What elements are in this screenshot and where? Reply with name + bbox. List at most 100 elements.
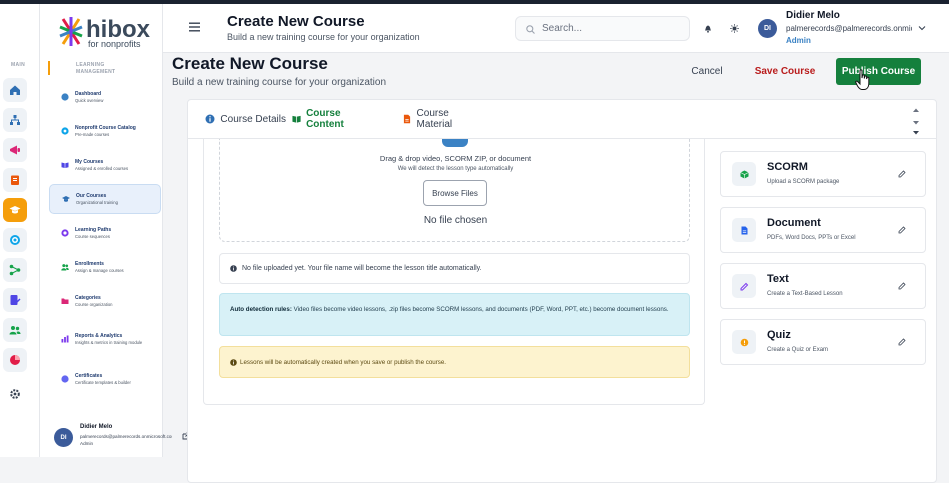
rail-workflow-button[interactable] [3,258,27,282]
save-course-button[interactable]: Save Course [753,64,817,78]
menu-item-learning-paths[interactable]: Learning Paths Course sequences [49,218,161,248]
browse-files-button[interactable]: Browse Files [423,180,487,206]
route-icon [61,229,69,237]
chart-icon [61,335,69,343]
menu-section-marker [48,61,50,75]
graduation-cap-icon [62,195,70,203]
target-icon [10,235,20,245]
search-placeholder: Search... [542,23,583,34]
tab-course-material[interactable]: Course Material [402,108,484,130]
menu-item-catalog[interactable]: Nonprofit Course Catalog Pre-made courses [49,116,161,146]
book-icon [292,115,301,123]
hamburger-menu-icon[interactable] [189,22,200,32]
info-icon [205,114,215,124]
clipboard-icon [11,175,19,185]
book-open-icon [61,161,69,169]
lightbulb-icon [740,338,748,346]
publish-course-button[interactable]: Publish Course [836,58,921,85]
rail-settings-button[interactable] [3,382,27,406]
tab-course-details[interactable]: Course Details [188,112,286,126]
avatar: DI [54,428,73,447]
workflow-icon [9,264,21,276]
sun-icon[interactable] [730,24,739,33]
edit-icon[interactable] [898,170,906,178]
catalog-icon [61,127,69,135]
menu-section-title: LEARNING MANAGEMENT [76,62,116,75]
lesson-type-document[interactable]: Document PDFs, Word Docs, PPTs or Excel [720,207,926,253]
info-icon [230,358,237,366]
tab-course-content[interactable]: Course Content [292,108,374,130]
icon-rail: MAIN [0,4,40,457]
pencil-icon [740,282,748,290]
edit-icon[interactable] [898,338,906,346]
edit-icon[interactable] [898,282,906,290]
tab-bar: Course Details Course Content Course Mat… [188,100,936,139]
pie-chart-icon [10,355,20,365]
rail-forms-button[interactable] [3,288,27,312]
rail-org-button[interactable] [3,108,27,132]
course-editor-card: Course Details Course Content Course Mat… [187,99,937,483]
dashboard-icon [61,93,69,101]
menu-item-my-courses[interactable]: My Courses Assigned & enrolled courses [49,150,161,180]
header-user-role: Admin [786,36,811,45]
document-icon [741,226,747,234]
lesson-type-text[interactable]: Text Create a Text-Based Lesson [720,263,926,309]
user-role: Admin [80,441,94,446]
auto-create-notice: Lessons will be automatically created wh… [219,346,690,378]
menu-item-dashboard[interactable]: Dashboard Quick overview [49,82,161,112]
gear-icon [10,389,20,399]
drop-zone-title: Drag & drop video, SCORM ZIP, or documen… [379,154,532,163]
users-icon [9,326,21,335]
lesson-type-scorm[interactable]: SCORM Upload a SCORM package [720,151,926,197]
sitemap-icon [10,115,20,125]
lesson-type-quiz[interactable]: Quiz Create a Quiz or Exam [720,319,926,365]
package-icon [739,170,749,178]
rail-documents-button[interactable] [3,168,27,192]
form-icon [10,295,21,305]
certificate-icon [61,375,69,383]
drop-zone-subtitle: We will detect the lesson type automatic… [397,166,514,172]
header-subtitle: Build a new training course for your org… [227,32,420,42]
menu-item-enrollments[interactable]: Enrollments Assign & manage courses [49,252,161,282]
chevron-down-icon[interactable] [918,25,926,31]
rail-donations-button[interactable] [3,348,27,372]
content-panel: Drag & drop video, SCORM ZIP, or documen… [203,139,705,405]
page-subtitle: Build a new training course for your org… [172,77,387,88]
bell-icon[interactable] [704,24,712,33]
search-icon [526,25,535,34]
rail-home-button[interactable] [3,78,27,102]
sidebar-menu: hibox for nonprofits LEARNING MANAGEMENT… [40,4,190,457]
tab-scroll-arrows-icon[interactable] [911,106,921,136]
graduation-cap-icon [9,206,21,214]
rail-people-button[interactable] [3,318,27,342]
edit-icon[interactable] [898,226,906,234]
rail-learning-button[interactable] [3,198,27,222]
cancel-button[interactable]: Cancel [682,64,732,78]
rail-target-button[interactable] [3,228,27,252]
menu-item-categories[interactable]: Categories Course organization [49,286,161,316]
user-email: palmerecords@palmerecords.onmicrosoft.co… [80,434,172,439]
header-avatar[interactable]: DI [758,19,777,38]
users-icon [61,263,69,271]
page-title: Create New Course [172,54,328,73]
file-drop-zone[interactable]: Drag & drop video, SCORM ZIP, or documen… [219,139,690,242]
file-icon [403,114,411,124]
no-upload-notice: No file uploaded yet. Your file name wil… [219,253,690,284]
header-title: Create New Course [227,13,365,30]
user-name: Didier Melo [80,424,113,430]
hand-cursor-icon [855,69,870,90]
megaphone-icon [10,145,20,155]
top-header: Create New Course Build a new training c… [163,4,949,53]
menu-item-our-courses[interactable]: Our Courses Organizational training [49,184,161,214]
info-icon [230,265,237,272]
folder-icon [61,297,69,305]
menu-item-certificates[interactable]: Certificates Certificate templates & buil… [49,364,161,394]
upload-badge [442,139,468,147]
menu-item-reports[interactable]: Reports & Analytics Insights & metrics in… [49,320,161,358]
search-input[interactable]: Search... [515,16,690,41]
header-user-name: Didier Melo [786,10,840,21]
rail-campaign-button[interactable] [3,138,27,162]
auto-detection-notice: Auto detection rules: Video files become… [219,293,690,336]
header-user-email: palmerecords@palmerecords.onmicrosoft.co… [786,24,912,33]
rail-section-label: MAIN [11,62,25,68]
